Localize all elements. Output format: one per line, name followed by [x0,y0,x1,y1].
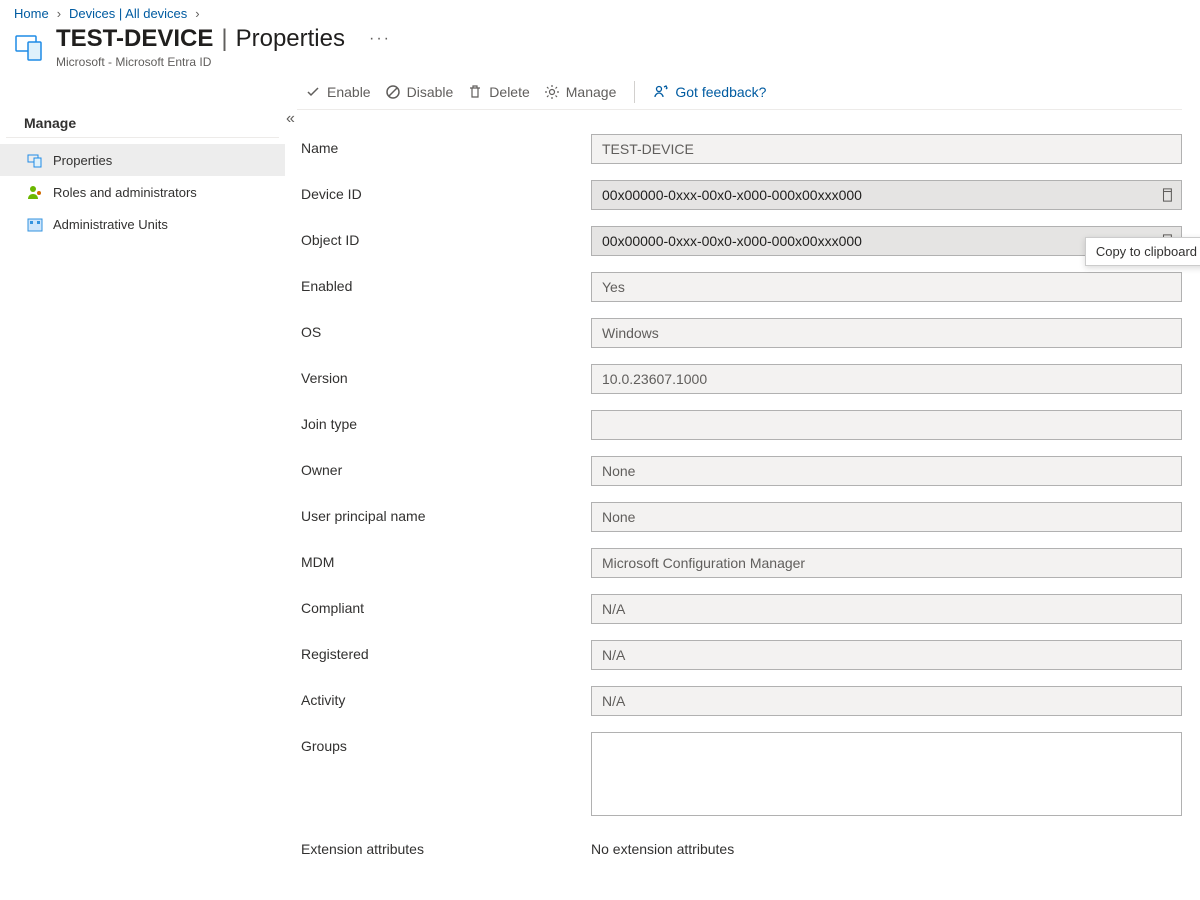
registered-field[interactable] [591,640,1182,670]
mdm-field[interactable] [591,548,1182,578]
copy-tooltip: Copy to clipboard [1085,237,1200,266]
version-field[interactable] [591,364,1182,394]
feedback-icon [653,84,669,100]
org-icon [27,216,43,232]
field-label-activity: Activity [301,686,591,708]
field-label-enabled: Enabled [301,272,591,294]
disable-label: Disable [407,84,454,100]
compliant-field[interactable] [591,594,1182,624]
more-actions-icon[interactable]: ··· [369,30,391,48]
name-field[interactable] [591,134,1182,164]
sidebar-item-admin-units[interactable]: Administrative Units [0,208,285,240]
feedback-button[interactable]: Got feedback? [653,84,766,100]
field-label-object-id: Object ID [301,226,591,248]
field-label-groups: Groups [301,732,591,754]
copy-icon [1160,188,1174,202]
sidebar-item-label: Roles and administrators [53,185,197,200]
sidebar-item-label: Administrative Units [53,217,168,232]
activity-field[interactable] [591,686,1182,716]
enable-label: Enable [327,84,371,100]
page-subtitle: Microsoft - Microsoft Entra ID [56,55,391,69]
delete-button[interactable]: Delete [467,84,529,100]
field-label-join-type: Join type [301,410,591,432]
feedback-label: Got feedback? [675,84,766,100]
manage-button[interactable]: Manage [544,84,617,100]
field-label-version: Version [301,364,591,386]
enable-button[interactable]: Enable [305,84,371,100]
title-separator: | [219,25,229,53]
field-label-os: OS [301,318,591,340]
properties-form: Name Device ID Object ID [297,110,1182,857]
sidebar: « Manage Properties Roles and administra… [0,75,285,873]
device-id-field[interactable] [591,180,1182,210]
device-icon [27,152,43,168]
enabled-field[interactable] [591,272,1182,302]
field-label-owner: Owner [301,456,591,478]
field-label-mdm: MDM [301,548,591,570]
field-label-compliant: Compliant [301,594,591,616]
person-icon [27,184,43,200]
trash-icon [467,84,483,100]
chevron-right-icon: › [57,6,61,21]
extension-attrs-value: No extension attributes [591,835,734,857]
upn-field[interactable] [591,502,1182,532]
gear-icon [544,84,560,100]
check-icon [305,84,321,100]
sidebar-heading-manage: Manage [6,109,279,138]
toolbar-divider [634,81,635,103]
disable-button[interactable]: Disable [385,84,454,100]
delete-label: Delete [489,84,529,100]
field-label-extension-attrs: Extension attributes [301,835,591,857]
page-title-device: TEST-DEVICE [56,25,213,53]
field-label-device-id: Device ID [301,180,591,202]
page-title-section: Properties [236,25,345,53]
copy-device-id-button[interactable] [1156,184,1178,206]
manage-label: Manage [566,84,617,100]
breadcrumb-devices[interactable]: Devices | All devices [69,6,187,21]
sidebar-item-label: Properties [53,153,112,168]
main-content: Enable Disable Delete Manage Got feedbac… [285,75,1200,873]
os-field[interactable] [591,318,1182,348]
sidebar-item-properties[interactable]: Properties [0,144,285,176]
field-label-registered: Registered [301,640,591,662]
breadcrumb-home[interactable]: Home [14,6,49,21]
field-label-upn: User principal name [301,502,591,524]
disable-icon [385,84,401,100]
chevron-right-icon: › [195,6,199,21]
page-header: TEST-DEVICE | Properties ··· Microsoft -… [0,23,1200,75]
device-icon [14,30,48,64]
field-label-name: Name [301,134,591,156]
join-type-field[interactable] [591,410,1182,440]
sidebar-item-roles[interactable]: Roles and administrators [0,176,285,208]
breadcrumb: Home › Devices | All devices › [0,0,1200,23]
groups-field[interactable] [591,732,1182,816]
toolbar: Enable Disable Delete Manage Got feedbac… [297,75,1182,110]
owner-field[interactable] [591,456,1182,486]
